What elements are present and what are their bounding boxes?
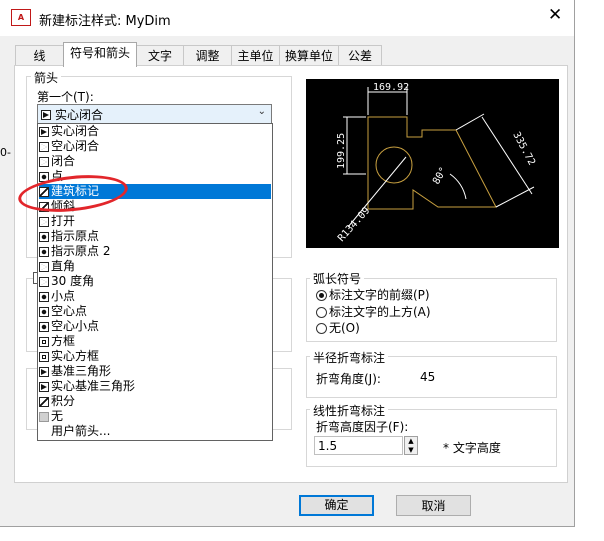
radio-selected-icon	[316, 290, 327, 301]
tab-text[interactable]: 文字	[136, 45, 184, 66]
closed-arrow-icon	[39, 156, 49, 167]
list-item[interactable]: 空心点	[39, 304, 271, 319]
jog-angle-label: 折弯角度(J):	[316, 372, 381, 386]
radius-jog-group-label: 半径折弯标注	[310, 349, 389, 366]
list-item[interactable]: 空心小点	[39, 319, 271, 334]
dimension-preview: 169.92 199.25 335.72 80° R134.09	[306, 79, 559, 248]
dot-small-blank-icon	[39, 321, 49, 332]
ok-button[interactable]: 确定	[299, 495, 374, 516]
solid-closed-arrow-icon	[39, 126, 49, 137]
arc-radio-prefix-label: 标注文字的前缀(P)	[329, 288, 430, 302]
title-bar: A 新建标注样式: MyDim ✕	[0, 0, 574, 36]
jog-height-spinner[interactable]: ▲ ▼	[404, 436, 418, 455]
preview-dim-right: 335.72	[510, 130, 537, 167]
spin-down-icon[interactable]: ▼	[408, 446, 413, 454]
arrow-dropdown-list[interactable]: 实心闭合 空心闭合 闭合 点 建筑标记 倾斜 打开 指示原点 指示原点 2 直角…	[37, 123, 273, 441]
list-item[interactable]: 基准三角形	[39, 364, 271, 379]
jog-height-input[interactable]: 1.5	[314, 436, 403, 455]
arc-radio-none-label: 无(O)	[329, 321, 360, 335]
tab-symbols-arrows[interactable]: 符号和箭头	[63, 42, 137, 67]
preview-circle	[375, 146, 413, 184]
tab-alternate-units[interactable]: 换算单位	[279, 45, 339, 66]
preview-shape	[367, 116, 497, 210]
list-item[interactable]: 实心闭合	[39, 124, 271, 139]
list-item[interactable]: 实心方框	[39, 349, 271, 364]
chevron-down-icon[interactable]: ⌄	[258, 106, 266, 117]
list-item[interactable]: 指示原点	[39, 229, 271, 244]
tab-fit[interactable]: 调整	[183, 45, 232, 66]
dot-small-icon	[39, 291, 49, 302]
preview-dim-radius: R134.09	[336, 205, 372, 244]
tab-lines[interactable]: 线	[15, 45, 64, 66]
jog-height-label: 折弯高度因子(F):	[316, 420, 409, 434]
linear-jog-group-label: 线性折弯标注	[310, 402, 389, 419]
arc-radio-above-label: 标注文字的上方(A)	[329, 305, 431, 319]
list-item[interactable]: 空心闭合	[39, 139, 271, 154]
integral-icon	[39, 396, 49, 407]
dot-blank-icon	[39, 306, 49, 317]
tab-primary-units[interactable]: 主单位	[231, 45, 280, 66]
origin-indicator-2-icon	[39, 246, 49, 257]
tab-tolerances[interactable]: 公差	[338, 45, 382, 66]
first-arrow-label: 第一个(T):	[37, 90, 94, 104]
box-filled-icon	[39, 351, 49, 362]
box-blank-icon	[39, 336, 49, 347]
background-text-fragment: 0-	[0, 146, 11, 159]
origin-indicator-icon	[39, 231, 49, 242]
arc-length-group-label: 弧长符号	[310, 270, 365, 287]
list-item[interactable]: 实心基准三角形	[39, 379, 271, 394]
preview-drawing: 169.92 199.25 335.72 80° R134.09	[336, 82, 537, 244]
cancel-button[interactable]: 取消	[396, 495, 471, 516]
jog-angle-value[interactable]: 45	[420, 370, 435, 384]
window-title: 新建标注样式: MyDim	[39, 14, 171, 29]
list-item[interactable]: 小点	[39, 289, 271, 304]
first-arrow-selected-value: 实心闭合	[55, 108, 104, 122]
arrowheads-group-label: 箭头	[31, 69, 62, 86]
preview-dim-left: 199.25	[336, 133, 347, 169]
open-30-icon	[39, 276, 49, 287]
list-item[interactable]: 闭合	[39, 154, 271, 169]
list-item[interactable]: 积分	[39, 394, 271, 409]
close-icon[interactable]: ✕	[548, 7, 562, 24]
open-arrow-icon	[39, 216, 49, 227]
list-item[interactable]: 方框	[39, 334, 271, 349]
spin-up-icon[interactable]: ▲	[408, 437, 413, 445]
radio-icon	[316, 307, 327, 318]
dimension-style-dialog: A 新建标注样式: MyDim ✕ 线 符号和箭头 文字 调整 主单位 换算单位…	[0, 0, 575, 527]
datum-filled-icon	[39, 381, 49, 392]
preview-dim-top: 169.92	[373, 82, 409, 93]
list-item[interactable]: 打开	[39, 214, 271, 229]
list-item[interactable]: 指示原点 2	[39, 244, 271, 259]
autocad-app-icon: A	[11, 9, 31, 26]
list-item[interactable]: 直角	[39, 259, 271, 274]
list-item[interactable]: 30 度角	[39, 274, 271, 289]
first-arrow-select[interactable]: 实心闭合 ⌄	[37, 104, 272, 124]
none-icon	[39, 411, 49, 422]
solid-closed-arrow-icon	[41, 109, 51, 120]
jog-height-suffix: * 文字高度	[443, 441, 501, 455]
right-angle-icon	[39, 261, 49, 272]
hollow-closed-arrow-icon	[39, 141, 49, 152]
datum-blank-icon	[39, 366, 49, 377]
arc-radio-prefix[interactable]: 标注文字的前缀(P)	[316, 287, 430, 303]
list-item[interactable]: 无	[39, 409, 271, 424]
arc-radio-none[interactable]: 无(O)	[316, 320, 360, 336]
radio-icon	[316, 323, 327, 334]
list-item[interactable]: 用户箭头...	[39, 424, 271, 439]
arc-radio-above[interactable]: 标注文字的上方(A)	[316, 304, 431, 320]
preview-dim-angle: 80°	[431, 165, 450, 186]
